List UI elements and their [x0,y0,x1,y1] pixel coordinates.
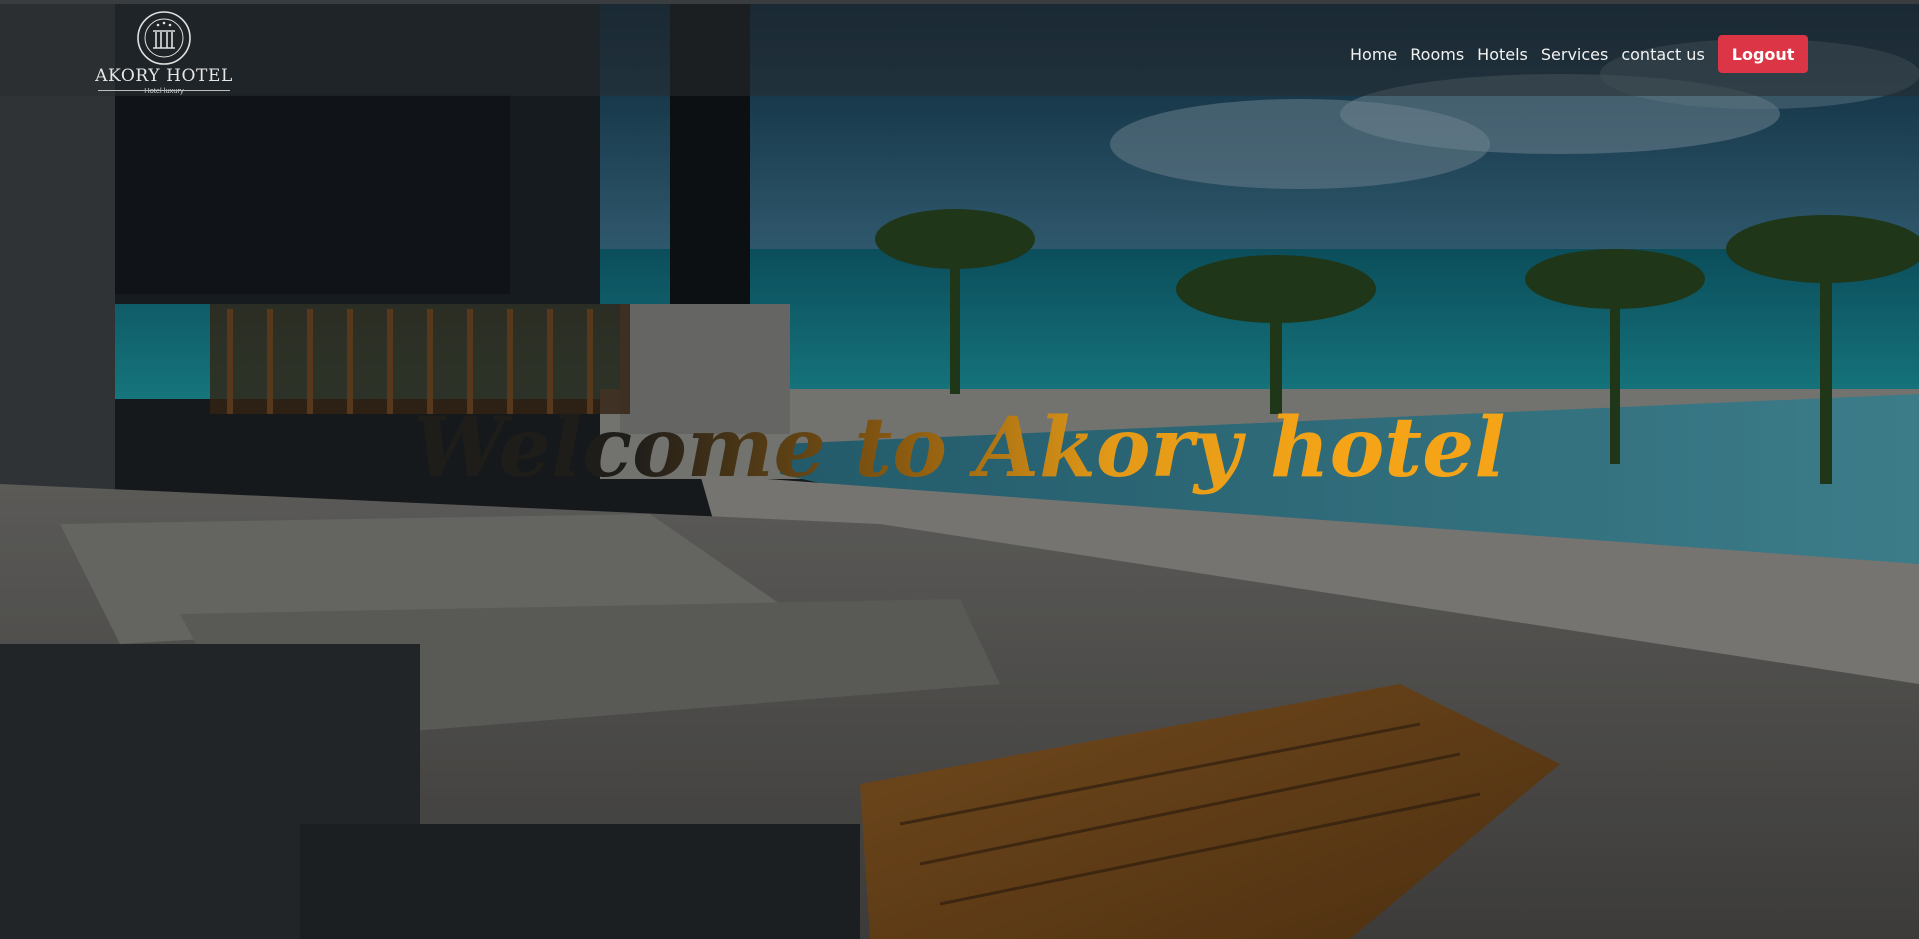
logout-button[interactable]: Logout [1717,35,1809,73]
nav-services-link[interactable]: Services [1541,45,1608,64]
nav-hotels-link[interactable]: Hotels [1477,45,1528,64]
brand-divider [98,90,230,91]
hotel-crest-icon [137,11,191,65]
brand-name: AKORY HOTEL [95,66,233,86]
top-border [0,0,1919,4]
navbar: AKORY HOTEL Hotel luxury Home Rooms Hote… [0,4,1919,96]
main-nav: Home Rooms Hotels Services contact us Lo… [1350,32,1809,76]
nav-home-link[interactable]: Home [1350,45,1397,64]
nav-rooms-link[interactable]: Rooms [1410,45,1464,64]
nav-contact-link[interactable]: contact us [1621,45,1704,64]
hero-title: Welcome to Akory hotel [0,400,1919,496]
brand-logo[interactable]: AKORY HOTEL Hotel luxury [94,10,234,95]
